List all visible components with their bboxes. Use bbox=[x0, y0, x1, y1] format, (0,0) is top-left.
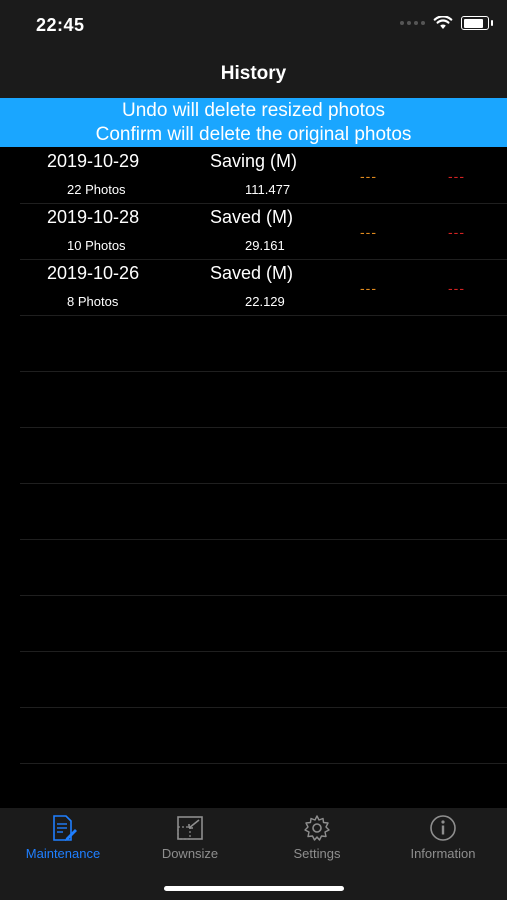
resize-icon bbox=[177, 816, 203, 840]
empty-row bbox=[20, 596, 507, 652]
tab-label: Settings bbox=[293, 846, 341, 861]
info-icon bbox=[430, 815, 456, 841]
signal-dots-icon bbox=[400, 21, 425, 25]
history-status: Saved (M) bbox=[210, 207, 294, 227]
battery-icon bbox=[461, 16, 493, 30]
history-date: 2019-10-28 bbox=[47, 207, 140, 227]
history-row[interactable]: 2019-10-26 Saved (M) 8 Photos 22.129 ---… bbox=[20, 260, 507, 316]
empty-row bbox=[20, 540, 507, 596]
empty-row bbox=[20, 372, 507, 428]
page-title: History bbox=[220, 63, 287, 84]
empty-row bbox=[20, 428, 507, 484]
status-bar: 22:45 bbox=[0, 0, 507, 50]
history-date: 2019-10-26 bbox=[47, 263, 140, 283]
banner-line-confirm: Confirm will delete the original photos bbox=[95, 124, 412, 145]
banner-line-undo: Undo will delete resized photos bbox=[122, 100, 385, 121]
empty-row bbox=[20, 708, 507, 764]
tab-information[interactable]: Information bbox=[380, 814, 506, 861]
undo-button[interactable]: --- bbox=[360, 168, 377, 184]
navigation-bar: History bbox=[0, 50, 507, 98]
history-size: 22.129 bbox=[245, 294, 285, 309]
history-photo-count: 8 Photos bbox=[67, 294, 119, 309]
history-size: 29.161 bbox=[245, 238, 285, 253]
document-edit-icon bbox=[53, 815, 77, 841]
history-size: 111.477 bbox=[245, 182, 291, 197]
empty-row bbox=[20, 316, 507, 372]
confirm-button[interactable]: --- bbox=[448, 224, 465, 240]
confirm-button[interactable]: --- bbox=[448, 168, 465, 184]
gear-icon bbox=[304, 815, 330, 841]
wifi-icon bbox=[433, 16, 453, 29]
history-date: 2019-10-29 bbox=[47, 151, 140, 171]
history-row[interactable]: 2019-10-28 Saved (M) 10 Photos 29.161 --… bbox=[20, 204, 507, 260]
undo-button[interactable]: --- bbox=[360, 280, 377, 296]
history-list: 2019-10-29 Saving (M) 22 Photos 111.477 … bbox=[0, 148, 507, 764]
history-status: Saved (M) bbox=[210, 263, 294, 283]
empty-row bbox=[20, 652, 507, 708]
tab-label: Maintenance bbox=[25, 846, 101, 861]
tab-settings[interactable]: Settings bbox=[254, 814, 380, 861]
info-banner: Undo will delete resized photos Confirm … bbox=[0, 98, 507, 147]
undo-button[interactable]: --- bbox=[360, 224, 377, 240]
confirm-button[interactable]: --- bbox=[448, 280, 465, 296]
home-indicator[interactable] bbox=[164, 886, 344, 891]
history-photo-count: 22 Photos bbox=[67, 182, 126, 197]
tab-label: Information bbox=[410, 846, 476, 861]
tab-label: Downsize bbox=[161, 846, 219, 861]
status-icons bbox=[400, 16, 493, 30]
status-time: 22:45 bbox=[36, 15, 85, 35]
tab-downsize[interactable]: Downsize bbox=[127, 814, 253, 861]
empty-row bbox=[20, 484, 507, 540]
history-status: Saving (M) bbox=[210, 151, 298, 171]
history-row[interactable]: 2019-10-29 Saving (M) 22 Photos 111.477 … bbox=[20, 148, 507, 204]
tab-maintenance[interactable]: Maintenance bbox=[0, 814, 126, 861]
history-photo-count: 10 Photos bbox=[67, 238, 126, 253]
